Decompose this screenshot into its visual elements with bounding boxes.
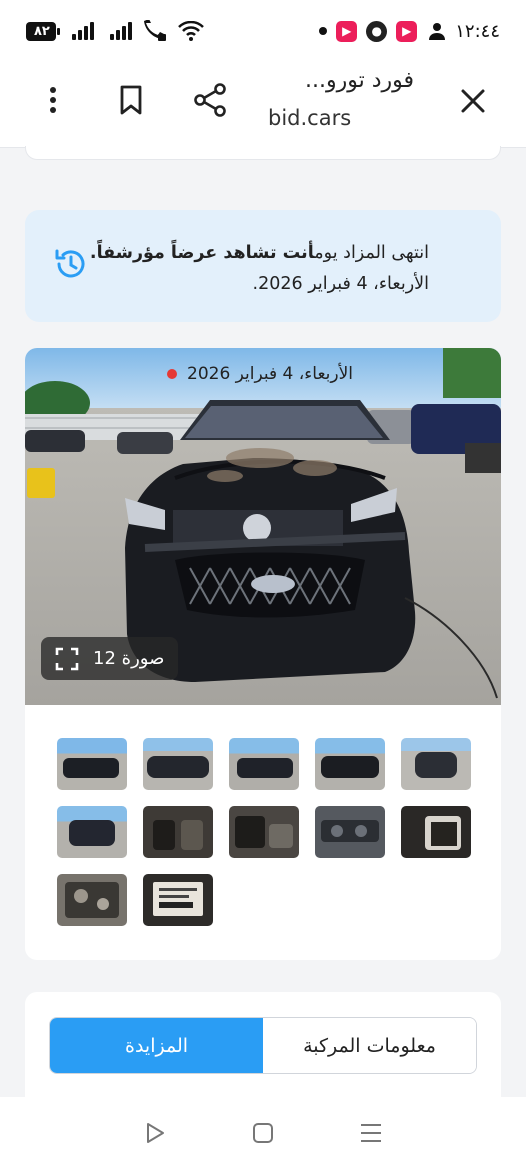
thumbnail[interactable] bbox=[401, 738, 471, 790]
share-icon[interactable] bbox=[190, 80, 230, 120]
notice-text: انتهى المزاد يومأنت تشاهد عرضاً مؤرشفاً.… bbox=[69, 238, 429, 300]
thumbnail[interactable] bbox=[143, 738, 213, 790]
signal-icon-2 bbox=[109, 22, 132, 40]
menu-dots-icon[interactable] bbox=[38, 82, 68, 118]
archived-notice: انتهى المزاد يومأنت تشاهد عرضاً مؤرشفاً.… bbox=[25, 210, 501, 322]
thumbnail[interactable] bbox=[401, 806, 471, 858]
tab-auction[interactable]: المزايدة bbox=[50, 1018, 263, 1073]
notice-archived-label: أنت تشاهد عرضاً مؤرشفاً. bbox=[89, 243, 315, 263]
status-right: ▶ ● ▶ ١٢:٤٤ bbox=[319, 20, 500, 42]
thumbnail[interactable] bbox=[315, 738, 385, 790]
system-nav-bar bbox=[0, 1097, 526, 1169]
video-app-icon: ▶ bbox=[336, 20, 358, 42]
notification-dot bbox=[319, 27, 328, 35]
details-tabs: المزايدة معلومات المركبة bbox=[49, 1017, 477, 1074]
thumbnail[interactable] bbox=[143, 874, 213, 926]
browser-toolbar: فورد تورو... bid.cars bbox=[0, 62, 526, 148]
auction-date-text: الأربعاء، 4 فبراير 2026 bbox=[187, 364, 353, 384]
main-car-photo[interactable]: الأربعاء، 4 فبراير 2026 12 صورة bbox=[25, 348, 501, 705]
status-left: ٨٢ bbox=[26, 20, 204, 42]
battery-indicator: ٨٢ bbox=[26, 21, 60, 41]
wifi-icon bbox=[177, 21, 204, 41]
wifi-calling-icon bbox=[143, 20, 166, 41]
photo-count-label: 12 صورة bbox=[93, 648, 165, 669]
page-title: فورد تورو... bbox=[304, 68, 414, 93]
status-dot bbox=[167, 369, 177, 379]
page-url: bid.cars bbox=[268, 106, 352, 130]
close-icon[interactable] bbox=[456, 84, 490, 118]
clock: ١٢:٤٤ bbox=[455, 20, 500, 42]
details-card: المزايدة معلومات المركبة bbox=[25, 992, 501, 1102]
back-icon[interactable] bbox=[143, 1121, 167, 1145]
notice-date: الأربعاء، 4 فبراير 2026. bbox=[252, 274, 429, 294]
thumbnail[interactable] bbox=[57, 738, 127, 790]
video-app-icon-2: ▶ bbox=[396, 20, 418, 42]
photo-count-badge[interactable]: 12 صورة bbox=[41, 637, 179, 680]
thumbnail[interactable] bbox=[229, 738, 299, 790]
tab-vehicle-info[interactable]: معلومات المركبة bbox=[263, 1018, 476, 1073]
signal-icon bbox=[71, 22, 94, 40]
thumbnail[interactable] bbox=[57, 806, 127, 858]
fullscreen-icon bbox=[55, 647, 79, 670]
thumbnail[interactable] bbox=[57, 874, 127, 926]
bookmark-icon[interactable] bbox=[114, 80, 148, 120]
auction-date-overlay: الأربعاء، 4 فبراير 2026 bbox=[167, 364, 353, 384]
notice-ended-label: انتهى المزاد يوم bbox=[314, 243, 429, 263]
thumbnail-grid bbox=[57, 738, 471, 926]
gallery-card: الأربعاء، 4 فبراير 2026 12 صورة bbox=[25, 348, 501, 960]
home-icon[interactable] bbox=[252, 1122, 274, 1144]
status-bar: ٨٢ ▶ ● ▶ ١٢:٤٤ bbox=[0, 0, 526, 62]
thumbnail[interactable] bbox=[229, 806, 299, 858]
recents-icon[interactable] bbox=[359, 1122, 383, 1144]
person-add-icon bbox=[429, 23, 446, 40]
previous-card-edge bbox=[25, 146, 501, 160]
record-app-icon: ● bbox=[366, 20, 388, 42]
thumbnail[interactable] bbox=[143, 806, 213, 858]
thumbnail[interactable] bbox=[315, 806, 385, 858]
